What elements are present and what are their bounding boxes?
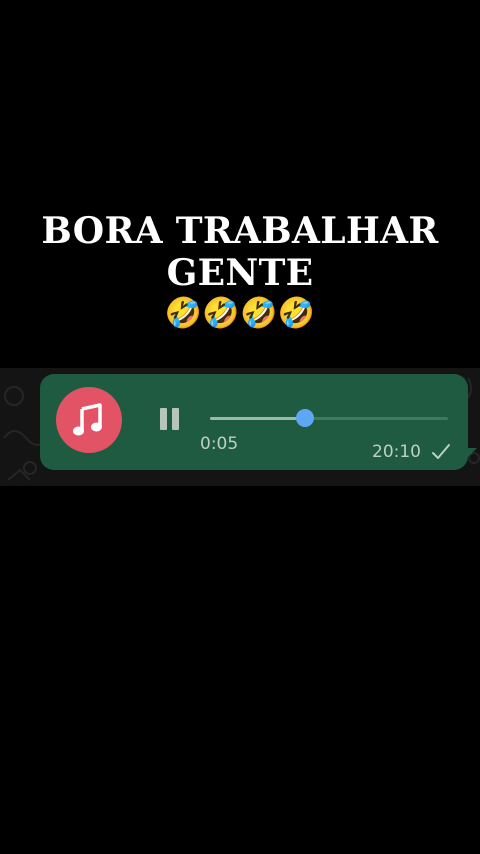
audio-progress-track[interactable] [210,409,448,427]
single-check-icon [432,444,450,459]
caption: BORA TRABALHAR GENTE 🤣🤣🤣🤣 [0,210,480,332]
voice-message-bubble[interactable]: 0:05 20:10 [40,374,468,470]
audio-progress-fill [210,417,306,420]
caption-line-1: BORA TRABALHAR [41,210,439,252]
audio-progress-thumb[interactable] [296,409,315,427]
pause-button[interactable] [158,408,182,432]
message-timestamp: 20:10 [372,442,421,462]
music-note-icon [73,403,102,436]
chat-background: 0:05 20:10 [0,368,480,486]
laughing-emoji-row: 🤣🤣🤣🤣 [164,296,316,331]
bubble-tail [455,448,477,470]
caption-line-2: GENTE [166,252,314,294]
elapsed-time: 0:05 [200,434,239,454]
pause-icon [160,408,167,430]
audio-avatar [56,387,122,453]
